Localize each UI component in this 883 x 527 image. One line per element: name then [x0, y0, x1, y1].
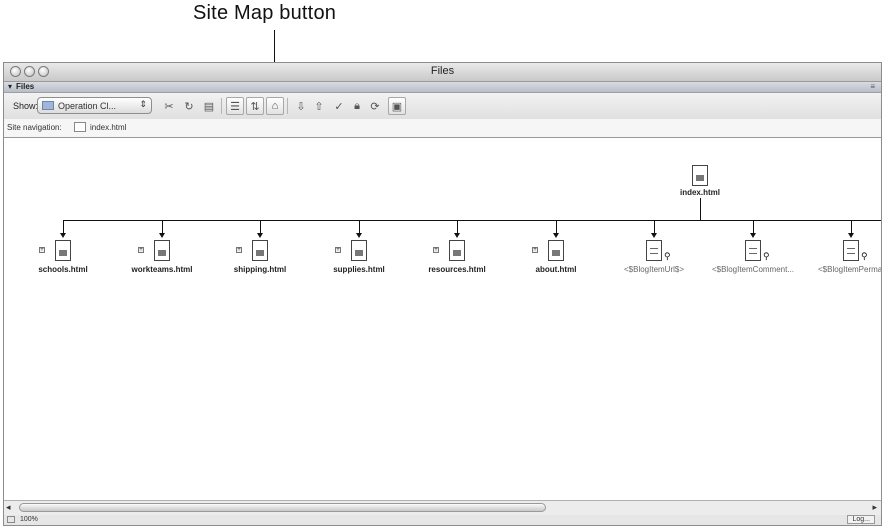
site-map-view: index.html + schools.html + workteams.html +… — [4, 138, 881, 499]
node-arrowhead — [60, 233, 66, 238]
log-button[interactable]: Log... — [847, 515, 875, 524]
sync-icon: ⟳ — [370, 100, 380, 113]
site-navigation-label: Site navigation: — [7, 123, 62, 132]
node-arrowhead — [651, 233, 657, 238]
node-arrowhead — [454, 233, 460, 238]
dynamic-page-icon[interactable] — [745, 240, 761, 261]
expand-node-icon[interactable]: + — [236, 247, 242, 253]
expand-node-icon[interactable]: + — [433, 247, 439, 253]
toolbar-separator — [221, 98, 222, 114]
status-bar: 100% Log... — [4, 515, 881, 525]
link-badge-icon: ⚲ — [763, 251, 770, 261]
site-navigation-file[interactable]: index.html — [90, 123, 126, 132]
scroll-left-icon[interactable]: ◂ — [6, 502, 11, 513]
root-file-icon[interactable] — [692, 165, 708, 186]
window-title: Files — [430, 65, 455, 77]
link-badge-icon: ⚲ — [664, 251, 671, 261]
status-icon — [7, 516, 15, 523]
ftp-log-button[interactable]: ▤ — [200, 97, 218, 115]
node-arrowhead — [553, 233, 559, 238]
sitemap-node-label[interactable]: <$BlogItemPermal — [791, 265, 881, 274]
check-out-button[interactable]: ✓ — [330, 97, 348, 115]
check-in-button[interactable]: 🔒︎ — [348, 97, 366, 115]
testing-server-button[interactable]: ⇅ — [246, 97, 264, 115]
html-page-icon[interactable] — [449, 240, 465, 261]
zoom-level: 100% — [20, 516, 38, 523]
node-arrowhead — [750, 233, 756, 238]
files-toolbar: Show: Operation Cl... ⇕ ✂ ↻ ▤ ☰ ⇅ ⌂ ⇩ ⇧ … — [4, 93, 881, 119]
list-view-icon: ☰ — [230, 100, 240, 113]
dynamic-page-icon[interactable] — [843, 240, 859, 261]
site-folder-icon — [42, 101, 54, 110]
node-arrowhead — [159, 233, 165, 238]
site-dropdown-value: Operation Cl... — [58, 101, 117, 111]
scroll-right-icon[interactable]: ▸ — [872, 502, 877, 513]
plug-icon: ✂ — [164, 100, 174, 113]
scrollbar-thumb[interactable] — [19, 503, 546, 512]
expand-node-icon[interactable]: + — [532, 247, 538, 253]
dynamic-page-icon[interactable] — [646, 240, 662, 261]
site-map-icon: ⌂ — [271, 100, 279, 112]
refresh-button[interactable]: ↻ — [180, 97, 198, 115]
html-page-icon[interactable] — [55, 240, 71, 261]
html-page-icon[interactable] — [548, 240, 564, 261]
html-page-icon[interactable] — [351, 240, 367, 261]
connect-button[interactable]: ✂ — [160, 97, 178, 115]
arrow-up-icon: ⇧ — [314, 100, 324, 113]
html-page-icon[interactable] — [252, 240, 268, 261]
node-arrowhead — [257, 233, 263, 238]
site-map-button[interactable]: ⌂ — [266, 97, 284, 115]
show-label: Show: — [13, 101, 39, 111]
link-badge-icon: ⚲ — [861, 251, 868, 261]
put-button[interactable]: ⇧ — [310, 97, 328, 115]
expand-collapse-button[interactable]: ▣ — [388, 97, 406, 115]
files-window: Files ▾ Files ≡ Show: Operation Cl... ⇕ … — [3, 62, 882, 526]
sitemap-branch-line — [63, 220, 881, 221]
collapse-triangle-icon[interactable]: ▾ — [8, 82, 12, 92]
callout-label: Site Map button — [193, 2, 337, 24]
title-bar[interactable]: Files — [4, 63, 881, 82]
lock-icon: 🔒︎ — [354, 99, 360, 112]
refresh-icon: ↻ — [184, 100, 194, 113]
files-view-button[interactable]: ☰ — [226, 97, 244, 115]
chevron-updown-icon: ⇕ — [139, 99, 147, 109]
testing-server-icon: ⇅ — [250, 100, 260, 113]
site-dropdown[interactable]: Operation Cl... ⇕ — [37, 97, 152, 114]
expand-node-icon[interactable]: + — [335, 247, 341, 253]
home-page-icon — [74, 122, 86, 132]
site-navigation-bar: Site navigation: index.html — [4, 119, 881, 138]
arrow-down-icon: ⇩ — [296, 100, 306, 113]
get-button[interactable]: ⇩ — [292, 97, 310, 115]
expand-icon: ▣ — [391, 100, 403, 113]
expand-node-icon[interactable]: + — [39, 247, 45, 253]
root-connector — [700, 198, 701, 220]
files-panel-header[interactable]: ▾ Files ≡ — [4, 82, 881, 93]
toolbar-separator — [287, 98, 288, 114]
root-label[interactable]: index.html — [640, 188, 760, 197]
html-page-icon[interactable] — [154, 240, 170, 261]
check-out-icon: ✓ — [334, 100, 344, 113]
panel-title: Files — [16, 82, 35, 91]
synchronize-button[interactable]: ⟳ — [366, 97, 384, 115]
expand-node-icon[interactable]: + — [138, 247, 144, 253]
log-icon: ▤ — [203, 100, 215, 113]
node-arrowhead — [356, 233, 362, 238]
panel-options-icon[interactable]: ≡ — [870, 82, 875, 92]
node-arrowhead — [848, 233, 854, 238]
horizontal-scrollbar[interactable]: ◂ ▸ — [4, 500, 881, 515]
